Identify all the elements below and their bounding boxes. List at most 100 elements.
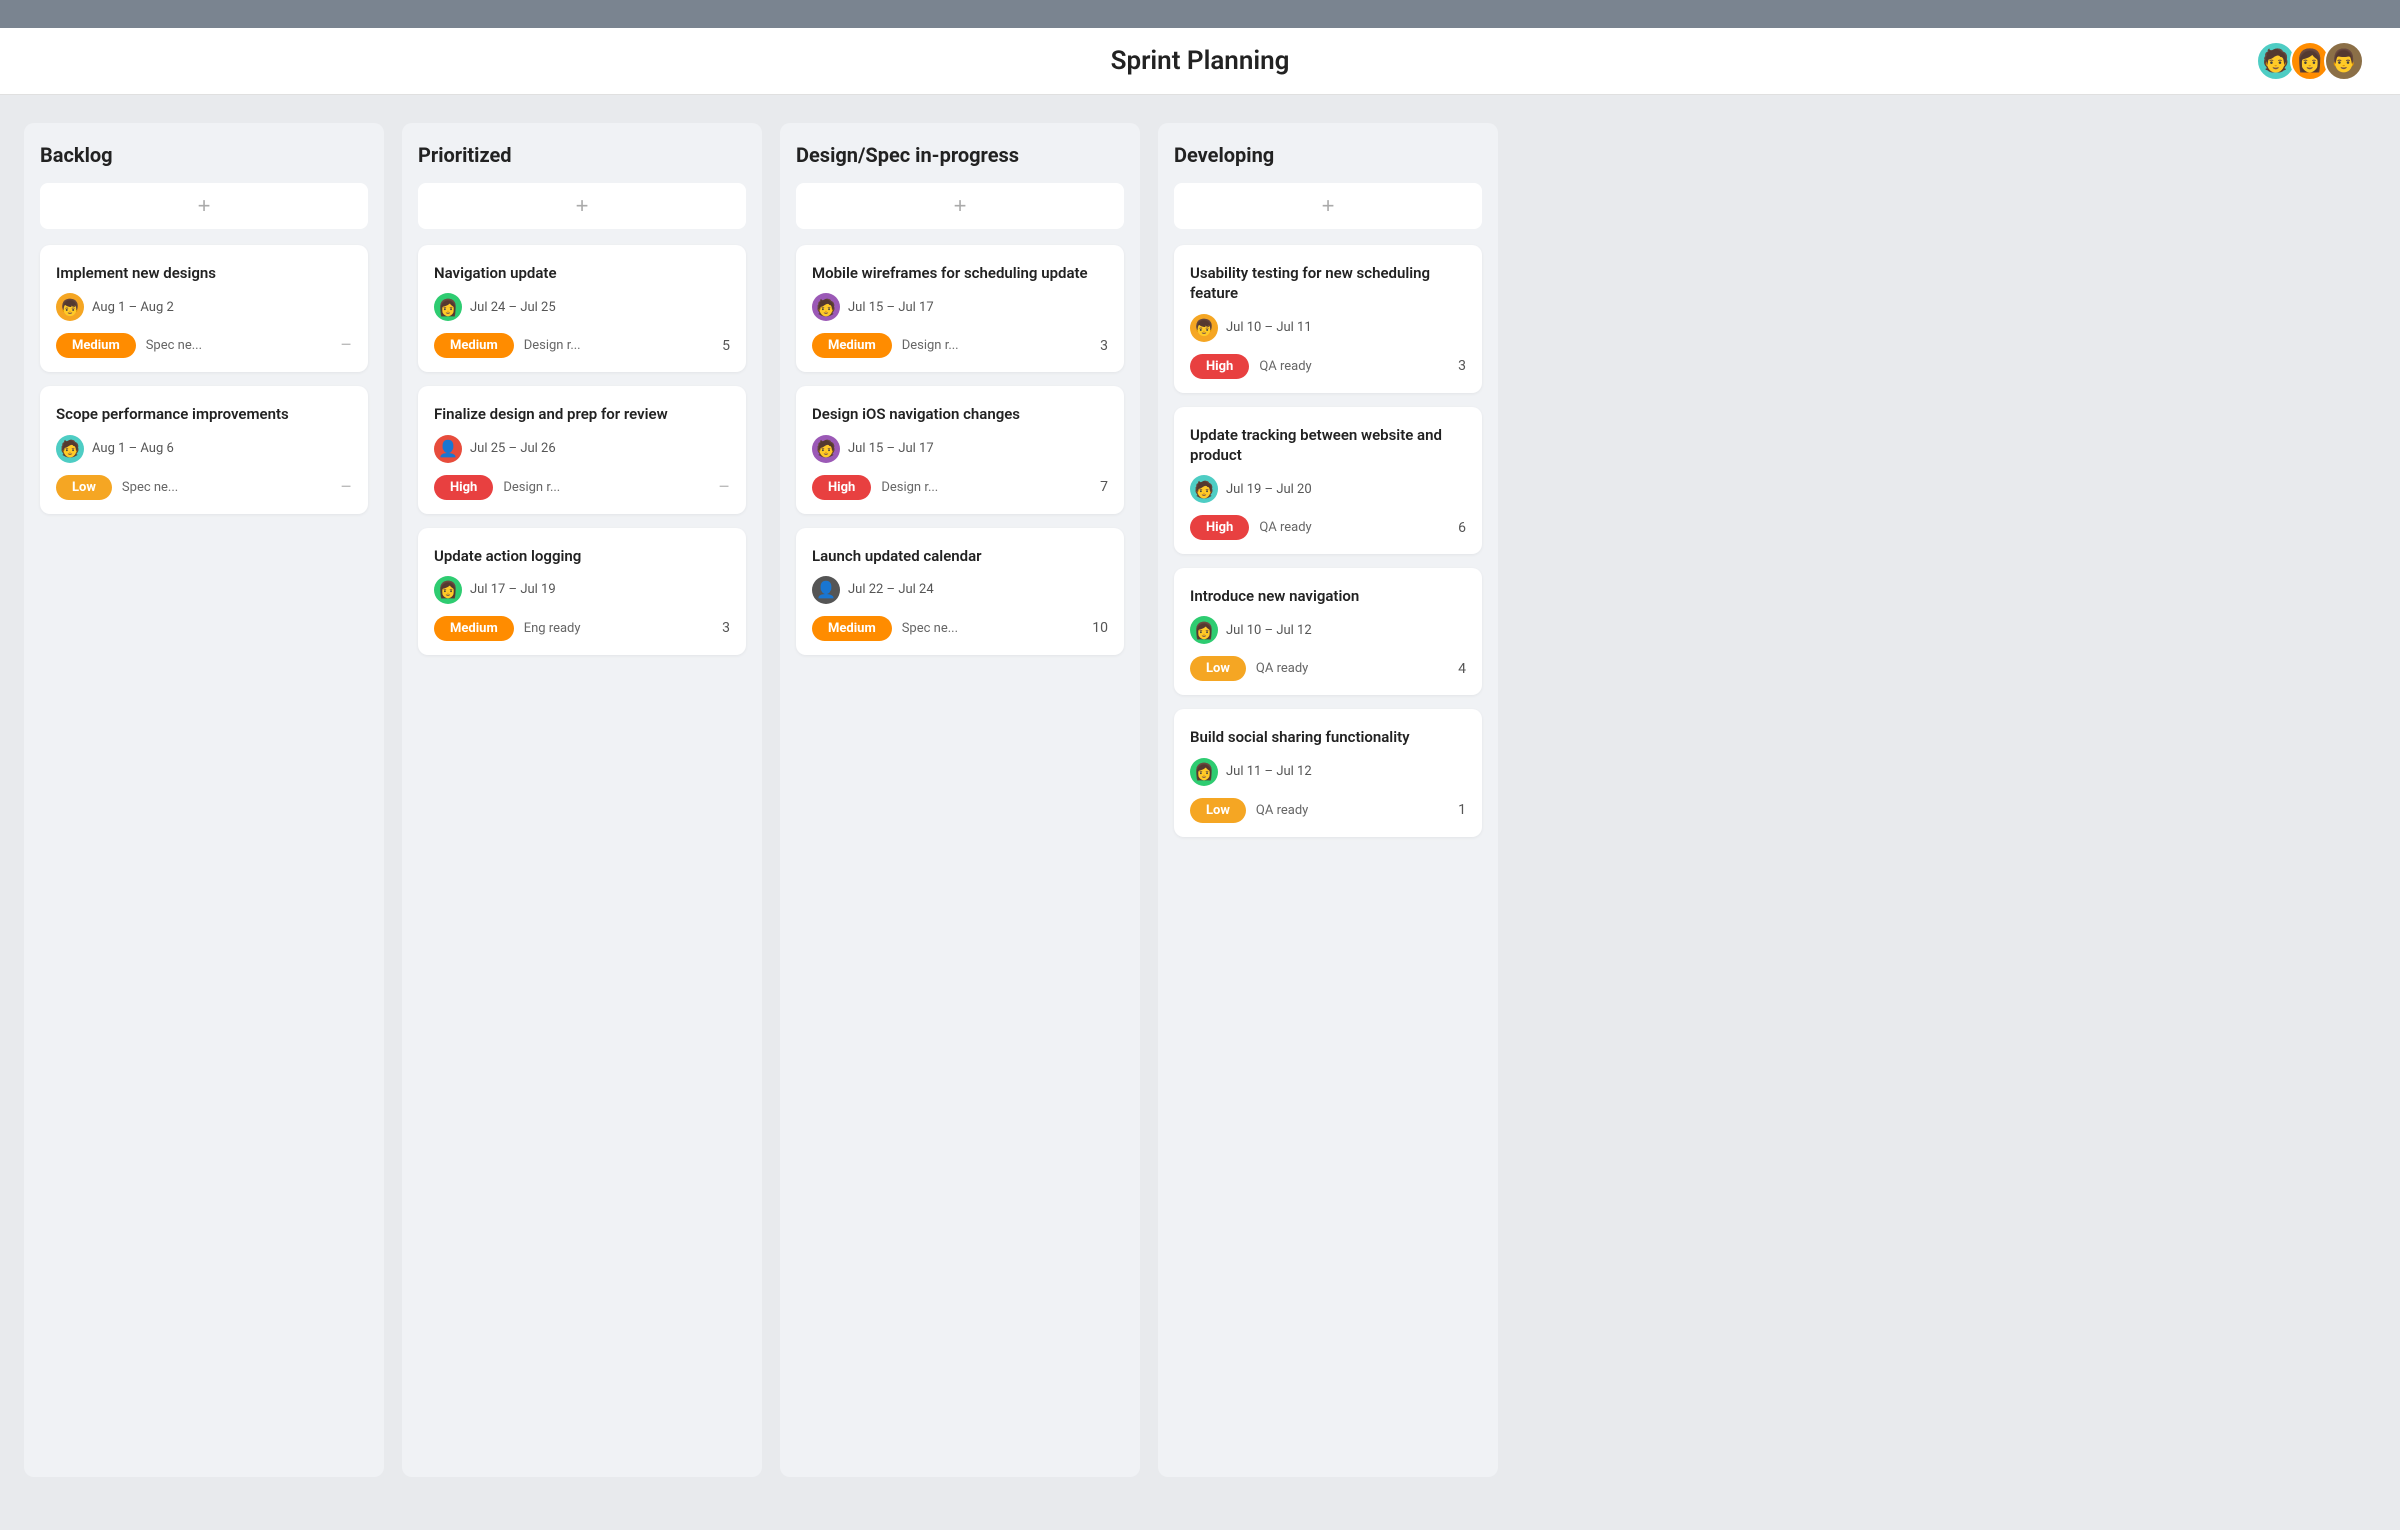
card-title: Navigation update [434, 263, 730, 283]
card-avatar: 👦 [1190, 314, 1218, 342]
card-design-ios: Design iOS navigation changes 🧑 Jul 15 –… [796, 386, 1124, 513]
priority-badge: Medium [434, 333, 514, 358]
card-footer: Medium Design r... 5 [434, 333, 730, 358]
card-implement-new-designs: Implement new designs 👦 Aug 1 – Aug 2 Me… [40, 245, 368, 372]
column-backlog: Backlog + Implement new designs 👦 Aug 1 … [24, 123, 384, 1477]
card-avatar: 🧑 [812, 293, 840, 321]
card-avatar: 👤 [434, 435, 462, 463]
card-count: 1 [1458, 802, 1466, 818]
card-count: 4 [1458, 661, 1466, 677]
card-status: Spec ne... [902, 621, 958, 636]
add-card-design-spec[interactable]: + [796, 183, 1124, 229]
card-title: Finalize design and prep for review [434, 404, 730, 424]
card-footer: Medium Design r... 3 [812, 333, 1108, 358]
card-count: 3 [722, 620, 730, 636]
card-footer: Low QA ready 4 [1190, 656, 1466, 681]
card-meta: 🧑 Jul 19 – Jul 20 [1190, 475, 1466, 503]
card-status: Design r... [881, 480, 938, 495]
card-count: 5 [722, 338, 730, 354]
card-title: Update action logging [434, 546, 730, 566]
card-minus-btn[interactable]: – [340, 477, 352, 498]
card-title: Introduce new navigation [1190, 586, 1466, 606]
card-date: Jul 19 – Jul 20 [1226, 482, 1312, 497]
priority-badge: Low [56, 475, 112, 500]
priority-badge: High [1190, 515, 1249, 540]
card-navigation-update: Navigation update 👩 Jul 24 – Jul 25 Medi… [418, 245, 746, 372]
card-mobile-wireframes: Mobile wireframes for scheduling update … [796, 245, 1124, 372]
card-title: Scope performance improvements [56, 404, 352, 424]
team-avatars: 🧑 👩 👨 [2256, 41, 2364, 81]
card-date: Aug 1 – Aug 6 [92, 441, 174, 456]
card-count: 3 [1100, 338, 1108, 354]
card-finalize-design: Finalize design and prep for review 👤 Ju… [418, 386, 746, 513]
card-scope-performance: Scope performance improvements 🧑 Aug 1 –… [40, 386, 368, 513]
card-meta: 👩 Jul 17 – Jul 19 [434, 576, 730, 604]
card-minus-btn[interactable]: – [718, 477, 730, 498]
priority-badge: High [434, 475, 493, 500]
card-launch-calendar: Launch updated calendar 👤 Jul 22 – Jul 2… [796, 528, 1124, 655]
card-introduce-navigation: Introduce new navigation 👩 Jul 10 – Jul … [1174, 568, 1482, 695]
avatar-3[interactable]: 👨 [2324, 41, 2364, 81]
card-count: 6 [1458, 520, 1466, 536]
card-status: QA ready [1256, 803, 1308, 818]
priority-badge: Medium [812, 616, 892, 641]
card-count: 7 [1100, 479, 1108, 495]
card-count: 10 [1092, 620, 1108, 636]
column-design-spec: Design/Spec in-progress + Mobile wirefra… [780, 123, 1140, 1477]
column-developing: Developing + Usability testing for new s… [1158, 123, 1498, 1477]
card-meta: 🧑 Jul 15 – Jul 17 [812, 435, 1108, 463]
card-meta: 🧑 Aug 1 – Aug 6 [56, 435, 352, 463]
card-date: Jul 24 – Jul 25 [470, 300, 556, 315]
card-meta: 👦 Aug 1 – Aug 2 [56, 293, 352, 321]
card-status: QA ready [1256, 661, 1308, 676]
card-minus-btn[interactable]: – [340, 335, 352, 356]
card-date: Jul 25 – Jul 26 [470, 441, 556, 456]
card-status: Design r... [902, 338, 959, 353]
add-card-prioritized[interactable]: + [418, 183, 746, 229]
card-status: Spec ne... [122, 480, 178, 495]
card-footer: Medium Eng ready 3 [434, 616, 730, 641]
card-status: Spec ne... [146, 338, 202, 353]
card-status: Design r... [503, 480, 560, 495]
card-footer: High QA ready 3 [1190, 354, 1466, 379]
kanban-board: Backlog + Implement new designs 👦 Aug 1 … [0, 95, 2400, 1505]
column-title-prioritized: Prioritized [418, 143, 746, 167]
card-meta: 🧑 Jul 15 – Jul 17 [812, 293, 1108, 321]
card-avatar: 🧑 [56, 435, 84, 463]
card-status: Design r... [524, 338, 581, 353]
card-date: Jul 15 – Jul 17 [848, 441, 934, 456]
page-title: Sprint Planning [0, 46, 2400, 76]
card-title: Usability testing for new scheduling fea… [1190, 263, 1466, 304]
card-footer: High Design r... 7 [812, 475, 1108, 500]
add-card-backlog[interactable]: + [40, 183, 368, 229]
card-footer: High Design r... – [434, 475, 730, 500]
card-avatar: 🧑 [1190, 475, 1218, 503]
card-meta: 👩 Jul 24 – Jul 25 [434, 293, 730, 321]
card-count: 3 [1458, 358, 1466, 374]
card-date: Jul 10 – Jul 12 [1226, 623, 1312, 638]
card-footer: Low Spec ne... – [56, 475, 352, 500]
card-status: QA ready [1259, 359, 1311, 374]
priority-badge: High [1190, 354, 1249, 379]
priority-badge: Medium [56, 333, 136, 358]
card-status: QA ready [1259, 520, 1311, 535]
top-bar [0, 0, 2400, 28]
card-status: Eng ready [524, 621, 581, 636]
card-meta: 👤 Jul 22 – Jul 24 [812, 576, 1108, 604]
column-title-design-spec: Design/Spec in-progress [796, 143, 1124, 167]
card-date: Jul 22 – Jul 24 [848, 582, 934, 597]
card-title: Launch updated calendar [812, 546, 1108, 566]
priority-badge: High [812, 475, 871, 500]
card-date: Aug 1 – Aug 2 [92, 300, 174, 315]
card-footer: Low QA ready 1 [1190, 798, 1466, 823]
add-card-developing[interactable]: + [1174, 183, 1482, 229]
card-update-action-logging: Update action logging 👩 Jul 17 – Jul 19 … [418, 528, 746, 655]
card-title: Design iOS navigation changes [812, 404, 1108, 424]
card-meta: 👦 Jul 10 – Jul 11 [1190, 314, 1466, 342]
card-title: Mobile wireframes for scheduling update [812, 263, 1108, 283]
card-date: Jul 17 – Jul 19 [470, 582, 556, 597]
page-header: Sprint Planning 🧑 👩 👨 [0, 28, 2400, 95]
card-footer: Medium Spec ne... – [56, 333, 352, 358]
priority-badge: Medium [812, 333, 892, 358]
column-title-backlog: Backlog [40, 143, 368, 167]
